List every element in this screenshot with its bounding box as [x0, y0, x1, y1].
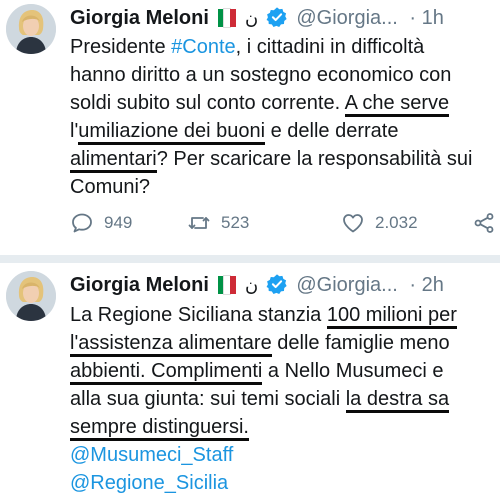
- text-line: Comuni?: [70, 176, 151, 198]
- underlined-phrase: la destra sa: [345, 388, 450, 413]
- text-line: alimentari? Per scaricare la responsabil…: [70, 145, 494, 173]
- share-icon: [474, 213, 494, 233]
- like-icon: [343, 214, 363, 233]
- avatar[interactable]: [6, 271, 56, 321]
- text-line: hanno diritto a un sostegno economico co…: [70, 64, 452, 86]
- underlined-phrase: 100 milioni per: [326, 304, 457, 329]
- avatar-image: [6, 4, 56, 54]
- underlined-phrase: A che serve: [344, 92, 450, 117]
- author-name[interactable]: Giorgia Meloni: [70, 7, 209, 29]
- tweet-header: Giorgia Meloni ن @Giorgia... · 2h: [70, 271, 492, 299]
- author-handle[interactable]: @Giorgia...: [296, 274, 397, 296]
- author-handle[interactable]: @Giorgia...: [296, 7, 397, 29]
- author-name[interactable]: Giorgia Meloni: [70, 274, 209, 296]
- text-line: alla sua giunta: sui temi sociali la des…: [70, 385, 494, 413]
- mention-link[interactable]: @Musumeci_Staff: [70, 441, 494, 469]
- retweet-icon: [188, 217, 210, 229]
- underlined-phrase: l'assistenza alimentare: [70, 332, 272, 357]
- underlined-phrase: sempre distinguersi.: [70, 416, 249, 441]
- like-count: 2.032: [375, 213, 418, 232]
- reply-icon: [72, 213, 92, 233]
- like-button[interactable]: 2.032: [341, 208, 418, 238]
- text-line: soldi subito sul conto corrente. A che s…: [70, 89, 494, 117]
- reply-count: 949: [104, 213, 133, 232]
- verified-badge-icon: [266, 6, 288, 36]
- tweet[interactable]: Giorgia Meloni ن @Giorgia... · 1h Presid…: [0, 0, 500, 255]
- retweet-count: 523: [221, 213, 250, 232]
- tweet-header: Giorgia Meloni ن @Giorgia... · 1h: [70, 4, 492, 32]
- author-badge: ن: [245, 275, 259, 296]
- tweet-text: Presidente #Conte, i cittadini in diffic…: [70, 33, 494, 201]
- italy-flag-icon: [218, 7, 237, 35]
- reply-button[interactable]: 949: [70, 208, 132, 238]
- tweet-time[interactable]: · 1h: [409, 7, 443, 29]
- mention-link[interactable]: @Regione_Sicilia: [70, 469, 494, 497]
- underlined-phrase: umiliazione dei buoni: [78, 120, 266, 145]
- text-line: abbienti. Complimenti a Nello Musumeci e: [70, 357, 494, 385]
- share-button[interactable]: [472, 208, 496, 238]
- underlined-phrase: Complimenti: [151, 360, 263, 385]
- tweet-actions: 949 523 2.032: [70, 208, 496, 238]
- text-line: sempre distinguersi.: [70, 413, 494, 441]
- tweet-divider: [0, 255, 500, 263]
- text-line: l'assistenza alimentare delle famiglie m…: [70, 329, 494, 357]
- avatar[interactable]: [6, 4, 56, 54]
- hashtag-link[interactable]: #Conte: [171, 36, 236, 58]
- retweet-button[interactable]: 523: [187, 208, 249, 238]
- text-line: Presidente #Conte, i cittadini in diffic…: [70, 36, 425, 58]
- text-line: l'umiliazione dei buoni e delle derrate: [70, 117, 494, 145]
- tweet[interactable]: Giorgia Meloni ن @Giorgia... · 2h La Reg…: [0, 263, 500, 494]
- underlined-phrase: abbienti.: [70, 360, 152, 385]
- tweet-text: La Regione Siciliana stanzia 100 milioni…: [70, 301, 494, 497]
- avatar-image: [6, 271, 56, 321]
- text-line: La Regione Siciliana stanzia 100 milioni…: [70, 301, 494, 329]
- italy-flag-icon: [218, 274, 237, 302]
- verified-badge-icon: [266, 273, 288, 303]
- tweet-time[interactable]: · 2h: [409, 274, 443, 296]
- underlined-phrase: alimentari: [70, 148, 157, 173]
- author-badge: ن: [245, 8, 259, 29]
